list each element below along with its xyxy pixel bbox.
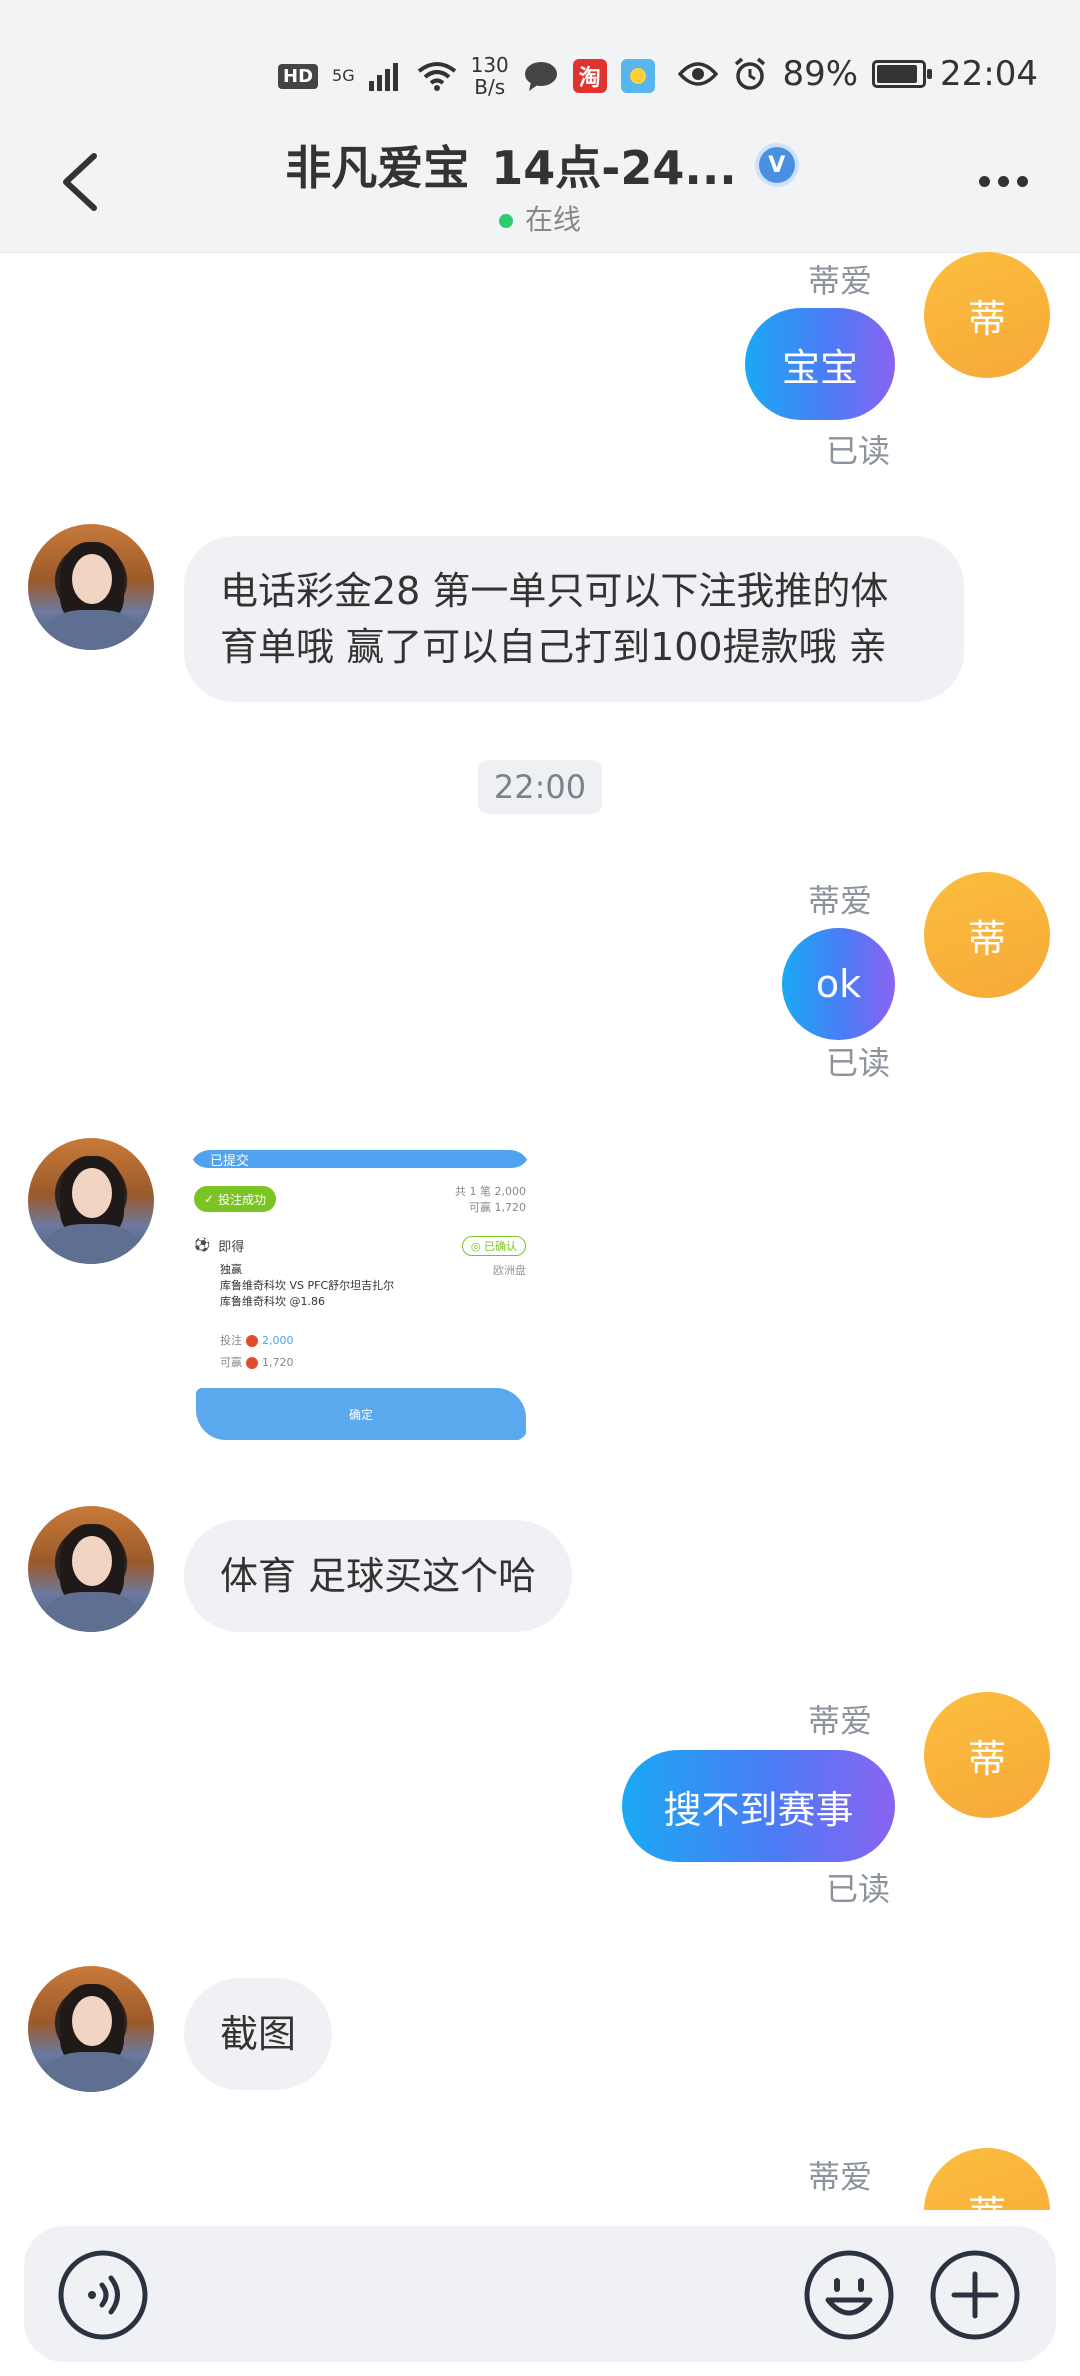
- message-line: 电话彩金28 第一单只可以下注我推的体: [220, 569, 889, 613]
- contact-avatar[interactable]: [28, 1138, 154, 1264]
- chat-app-icon: [524, 62, 557, 91]
- network-speed: 130 B/s: [471, 54, 509, 98]
- read-receipt: 已读: [826, 1870, 891, 1908]
- taobao-icon: 淘: [572, 59, 607, 93]
- contact-avatar[interactable]: [28, 1966, 154, 2092]
- speed-unit: B/s: [474, 75, 506, 99]
- coin-icon: [246, 1357, 258, 1369]
- online-label: 在线: [524, 203, 581, 236]
- my-avatar[interactable]: 蒂: [924, 252, 1050, 378]
- confirm-button: 确定: [196, 1388, 526, 1440]
- message-input-bar[interactable]: [24, 2226, 1056, 2362]
- chat-header: HD 5G 130 B/s 淘 89% 22:04 非凡爱宝 14点-24...…: [0, 0, 1080, 253]
- sport-label: 即得: [218, 1240, 245, 1255]
- check-circle-icon: ◎: [470, 1239, 484, 1253]
- bet-count: 共 1 笔 2,000: [455, 1185, 526, 1198]
- message-line: 育单哦 赢了可以自己打到100提款哦 亲: [220, 625, 887, 669]
- message-bubble-theirs[interactable]: 截图: [184, 1978, 333, 2090]
- sender-name: 蒂爱: [808, 262, 873, 300]
- soccer-ball-icon: ⚽: [194, 1238, 211, 1253]
- message-bubble-mine[interactable]: ok: [782, 928, 895, 1040]
- alarm-icon: [735, 57, 766, 90]
- sender-name: 蒂爱: [808, 1702, 873, 1740]
- battery-icon: [872, 60, 933, 88]
- sender-name: 蒂爱: [808, 2158, 873, 2196]
- weather-app-icon: [620, 59, 655, 93]
- stake-value: 2,000: [262, 1334, 294, 1347]
- bet-summary: 共 1 笔 2,000 可赢 1,720: [455, 1184, 526, 1216]
- signal-icon: [368, 63, 398, 91]
- hd-badge: HD: [278, 63, 319, 89]
- online-dot-icon: [498, 214, 513, 228]
- contact-avatar[interactable]: [28, 524, 154, 650]
- status-right: 89% 22:04: [678, 54, 1038, 94]
- voice-icon[interactable]: [56, 2248, 150, 2342]
- more-icon[interactable]: [979, 176, 1028, 187]
- time-divider: 22:00: [478, 760, 602, 814]
- sport-row: ⚽ 即得: [194, 1236, 244, 1255]
- battery-percent: 89%: [782, 54, 859, 94]
- contact-tag: 14点-24...: [491, 141, 737, 195]
- clock: 22:04: [940, 54, 1038, 94]
- eye-icon: [678, 62, 719, 86]
- message-bubble-theirs[interactable]: 电话彩金28 第一单只可以下注我推的体 育单哦 赢了可以自己打到100提款哦 亲: [184, 536, 964, 702]
- my-avatar-char: 蒂: [967, 296, 1006, 341]
- sender-name: 蒂爱: [808, 882, 873, 920]
- check-icon: ✓: [204, 1192, 215, 1206]
- plus-icon[interactable]: [928, 2248, 1022, 2342]
- message-bubble-mine[interactable]: 宝宝: [745, 308, 895, 420]
- status-left: HD 5G 130 B/s 淘: [278, 54, 655, 98]
- chat-title[interactable]: 非凡爱宝 14点-24... V: [285, 132, 795, 198]
- win-label: 可赢: [220, 1356, 242, 1369]
- match-label: 库鲁维奇科坎 VS PFC舒尔坦吉扎尔: [220, 1279, 395, 1292]
- my-avatar-char: 蒂: [967, 1736, 1006, 1781]
- bet-amounts: 投注 2,000 可赢 1,720: [220, 1330, 294, 1374]
- my-avatar[interactable]: 蒂: [924, 1692, 1050, 1818]
- my-avatar[interactable]: 蒂: [924, 872, 1050, 998]
- online-status: 在线: [0, 198, 1080, 238]
- read-receipt: 已读: [826, 1044, 891, 1082]
- image-message[interactable]: 已提交 ✓ 投注成功 共 1 笔 2,000 可赢 1,720 ⚽ 即得 ◎ 已…: [190, 1150, 530, 1442]
- success-label: 投注成功: [218, 1192, 267, 1207]
- win-value: 1,720: [262, 1356, 294, 1369]
- bet-win: 可赢 1,720: [469, 1201, 526, 1214]
- image-header: 已提交: [190, 1150, 530, 1169]
- bet-details: 独赢 库鲁维奇科坎 VS PFC舒尔坦吉扎尔 库鲁维奇科坎 @1.86: [220, 1262, 394, 1310]
- status-bar: HD 5G 130 B/s 淘 89% 22:04: [0, 40, 1080, 110]
- network-type: 5G: [332, 66, 355, 85]
- emoji-icon[interactable]: [802, 2248, 896, 2342]
- verified-icon: V: [758, 147, 795, 183]
- speed-value: 130: [470, 53, 509, 77]
- message-bubble-mine[interactable]: 搜不到赛事: [622, 1750, 895, 1862]
- pick-label: 库鲁维奇科坎 @1.86: [220, 1295, 325, 1308]
- region-label: 欧洲盘: [493, 1264, 526, 1277]
- chat-title-row[interactable]: 非凡爱宝 14点-24... V: [0, 132, 1080, 198]
- message-bubble-theirs[interactable]: 体育 足球买这个哈: [184, 1520, 573, 1632]
- my-avatar-char: 蒂: [967, 916, 1006, 961]
- market-label: 独赢: [220, 1263, 242, 1276]
- confirmed-badge: ◎ 已确认: [461, 1236, 526, 1256]
- stake-label: 投注: [220, 1334, 242, 1347]
- wifi-icon: [417, 62, 456, 91]
- contact-avatar[interactable]: [28, 1506, 154, 1632]
- read-receipt: 已读: [826, 432, 891, 470]
- coin-icon: [246, 1335, 258, 1347]
- success-pill: ✓ 投注成功: [194, 1186, 277, 1212]
- confirmed-label: 已确认: [484, 1240, 517, 1253]
- contact-name: 非凡爱宝: [285, 141, 470, 195]
